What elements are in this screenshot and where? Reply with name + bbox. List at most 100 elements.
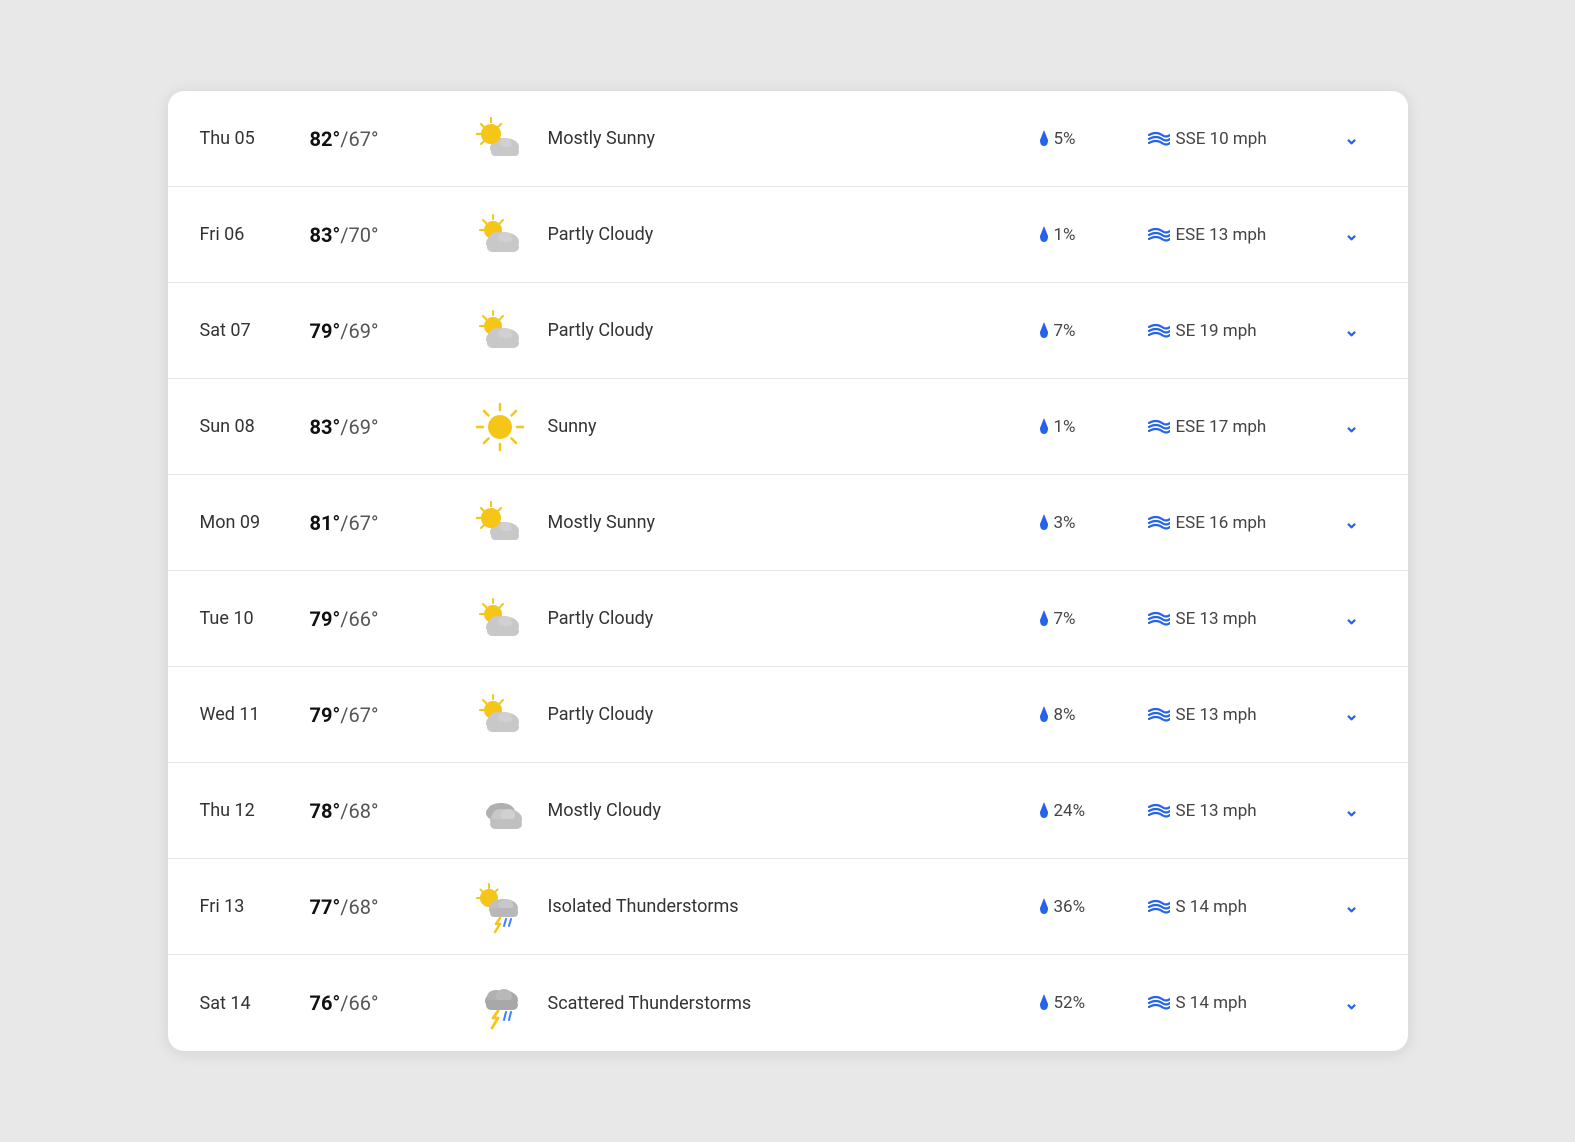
weather-description: Mostly Sunny	[540, 512, 1038, 533]
row-temp: 82°/67°	[310, 127, 460, 151]
expand-button[interactable]: ⌄	[1328, 800, 1376, 821]
weather-row[interactable]: Thu 05 82°/67° Mostly Sunny 5%	[168, 91, 1408, 187]
precip-value: 7%	[1054, 321, 1076, 341]
weather-icon-container	[460, 880, 540, 934]
weather-icon-container	[460, 496, 540, 550]
row-temp: 79°/67°	[310, 703, 460, 727]
weather-row[interactable]: Sun 08 83°/69° Sunny 1%	[168, 379, 1408, 475]
weather-row[interactable]: Wed 11 79°/67° Partly Cloudy 8%	[168, 667, 1408, 763]
wind-value: SE 13 mph	[1176, 801, 1257, 821]
temp-high: 81°	[310, 511, 341, 535]
chevron-down-icon: ⌄	[1344, 416, 1359, 437]
weather-row[interactable]: Sat 14 76°/66° Scattered Thunderstorms 5…	[168, 955, 1408, 1051]
weather-description: Sunny	[540, 416, 1038, 437]
precip-value: 1%	[1054, 225, 1076, 245]
row-date: Sat 07	[200, 320, 310, 341]
expand-button[interactable]: ⌄	[1328, 608, 1376, 629]
chevron-down-icon: ⌄	[1344, 993, 1359, 1014]
expand-button[interactable]: ⌄	[1328, 416, 1376, 437]
chevron-down-icon: ⌄	[1344, 896, 1359, 917]
wind-column: SE 13 mph	[1148, 801, 1328, 821]
row-temp: 81°/67°	[310, 511, 460, 535]
expand-button[interactable]: ⌄	[1328, 896, 1376, 917]
row-temp: 76°/66°	[310, 991, 460, 1015]
precip-column: 1%	[1038, 417, 1148, 437]
weather-description: Partly Cloudy	[540, 704, 1038, 725]
weather-row[interactable]: Fri 06 83°/70° Partly Cloudy 1%	[168, 187, 1408, 283]
weather-icon-container	[460, 112, 540, 166]
row-date: Mon 09	[200, 512, 310, 533]
wind-value: S 14 mph	[1176, 993, 1247, 1013]
temp-low: /70°	[340, 223, 378, 247]
weather-row[interactable]: Mon 09 81°/67° Mostly Sunny 3%	[168, 475, 1408, 571]
row-temp: 79°/66°	[310, 607, 460, 631]
temp-low: /67°	[340, 511, 378, 535]
wind-column: ESE 17 mph	[1148, 417, 1328, 437]
weather-description: Partly Cloudy	[540, 320, 1038, 341]
wind-column: S 14 mph	[1148, 993, 1328, 1013]
temp-low: /69°	[340, 415, 378, 439]
precip-column: 1%	[1038, 225, 1148, 245]
weather-description: Partly Cloudy	[540, 608, 1038, 629]
precip-column: 52%	[1038, 993, 1148, 1013]
weather-icon-container	[460, 688, 540, 742]
weather-description: Isolated Thunderstorms	[540, 896, 1038, 917]
temp-high: 79°	[310, 319, 341, 343]
temp-high: 79°	[310, 607, 341, 631]
precip-value: 36%	[1054, 897, 1086, 917]
expand-button[interactable]: ⌄	[1328, 704, 1376, 725]
weather-icon-container	[460, 208, 540, 262]
expand-button[interactable]: ⌄	[1328, 512, 1376, 533]
wind-column: SE 13 mph	[1148, 609, 1328, 629]
precip-value: 5%	[1054, 129, 1076, 149]
weather-description: Mostly Sunny	[540, 128, 1038, 149]
precip-column: 5%	[1038, 129, 1148, 149]
expand-button[interactable]: ⌄	[1328, 993, 1376, 1014]
precip-value: 1%	[1054, 417, 1076, 437]
wind-column: ESE 16 mph	[1148, 513, 1328, 533]
weather-icon-container	[460, 304, 540, 358]
chevron-down-icon: ⌄	[1344, 224, 1359, 245]
wind-value: SSE 10 mph	[1176, 129, 1267, 149]
expand-button[interactable]: ⌄	[1328, 128, 1376, 149]
chevron-down-icon: ⌄	[1344, 800, 1359, 821]
chevron-down-icon: ⌄	[1344, 320, 1359, 341]
expand-button[interactable]: ⌄	[1328, 224, 1376, 245]
wind-column: S 14 mph	[1148, 897, 1328, 917]
row-date: Wed 11	[200, 704, 310, 725]
weather-row[interactable]: Thu 12 78°/68° Mostly Cloudy 24% SE 13 m…	[168, 763, 1408, 859]
weather-row[interactable]: Tue 10 79°/66° Partly Cloudy 7%	[168, 571, 1408, 667]
wind-column: SE 13 mph	[1148, 705, 1328, 725]
precip-value: 52%	[1054, 993, 1086, 1013]
temp-low: /69°	[340, 319, 378, 343]
temp-high: 78°	[310, 799, 341, 823]
temp-low: /68°	[340, 799, 378, 823]
wind-value: ESE 17 mph	[1176, 417, 1267, 437]
row-temp: 78°/68°	[310, 799, 460, 823]
row-date: Sun 08	[200, 416, 310, 437]
weather-description: Partly Cloudy	[540, 224, 1038, 245]
temp-low: /68°	[340, 895, 378, 919]
temp-high: 76°	[310, 991, 341, 1015]
expand-button[interactable]: ⌄	[1328, 320, 1376, 341]
chevron-down-icon: ⌄	[1344, 704, 1359, 725]
temp-low: /67°	[340, 703, 378, 727]
temp-high: 82°	[310, 127, 341, 151]
row-date: Thu 12	[200, 800, 310, 821]
temp-low: /66°	[340, 991, 378, 1015]
weather-icon-container	[460, 976, 540, 1030]
chevron-down-icon: ⌄	[1344, 128, 1359, 149]
precip-column: 8%	[1038, 705, 1148, 725]
precip-column: 7%	[1038, 609, 1148, 629]
temp-high: 77°	[310, 895, 341, 919]
wind-value: SE 13 mph	[1176, 609, 1257, 629]
temp-high: 83°	[310, 415, 341, 439]
weather-row[interactable]: Fri 13 77°/68° Isolated Thunderstorms	[168, 859, 1408, 955]
row-date: Tue 10	[200, 608, 310, 629]
precip-value: 3%	[1054, 513, 1076, 533]
weather-row[interactable]: Sat 07 79°/69° Partly Cloudy 7%	[168, 283, 1408, 379]
chevron-down-icon: ⌄	[1344, 512, 1359, 533]
weather-icon-container	[460, 400, 540, 454]
row-date: Fri 06	[200, 224, 310, 245]
weather-icon-container	[460, 592, 540, 646]
